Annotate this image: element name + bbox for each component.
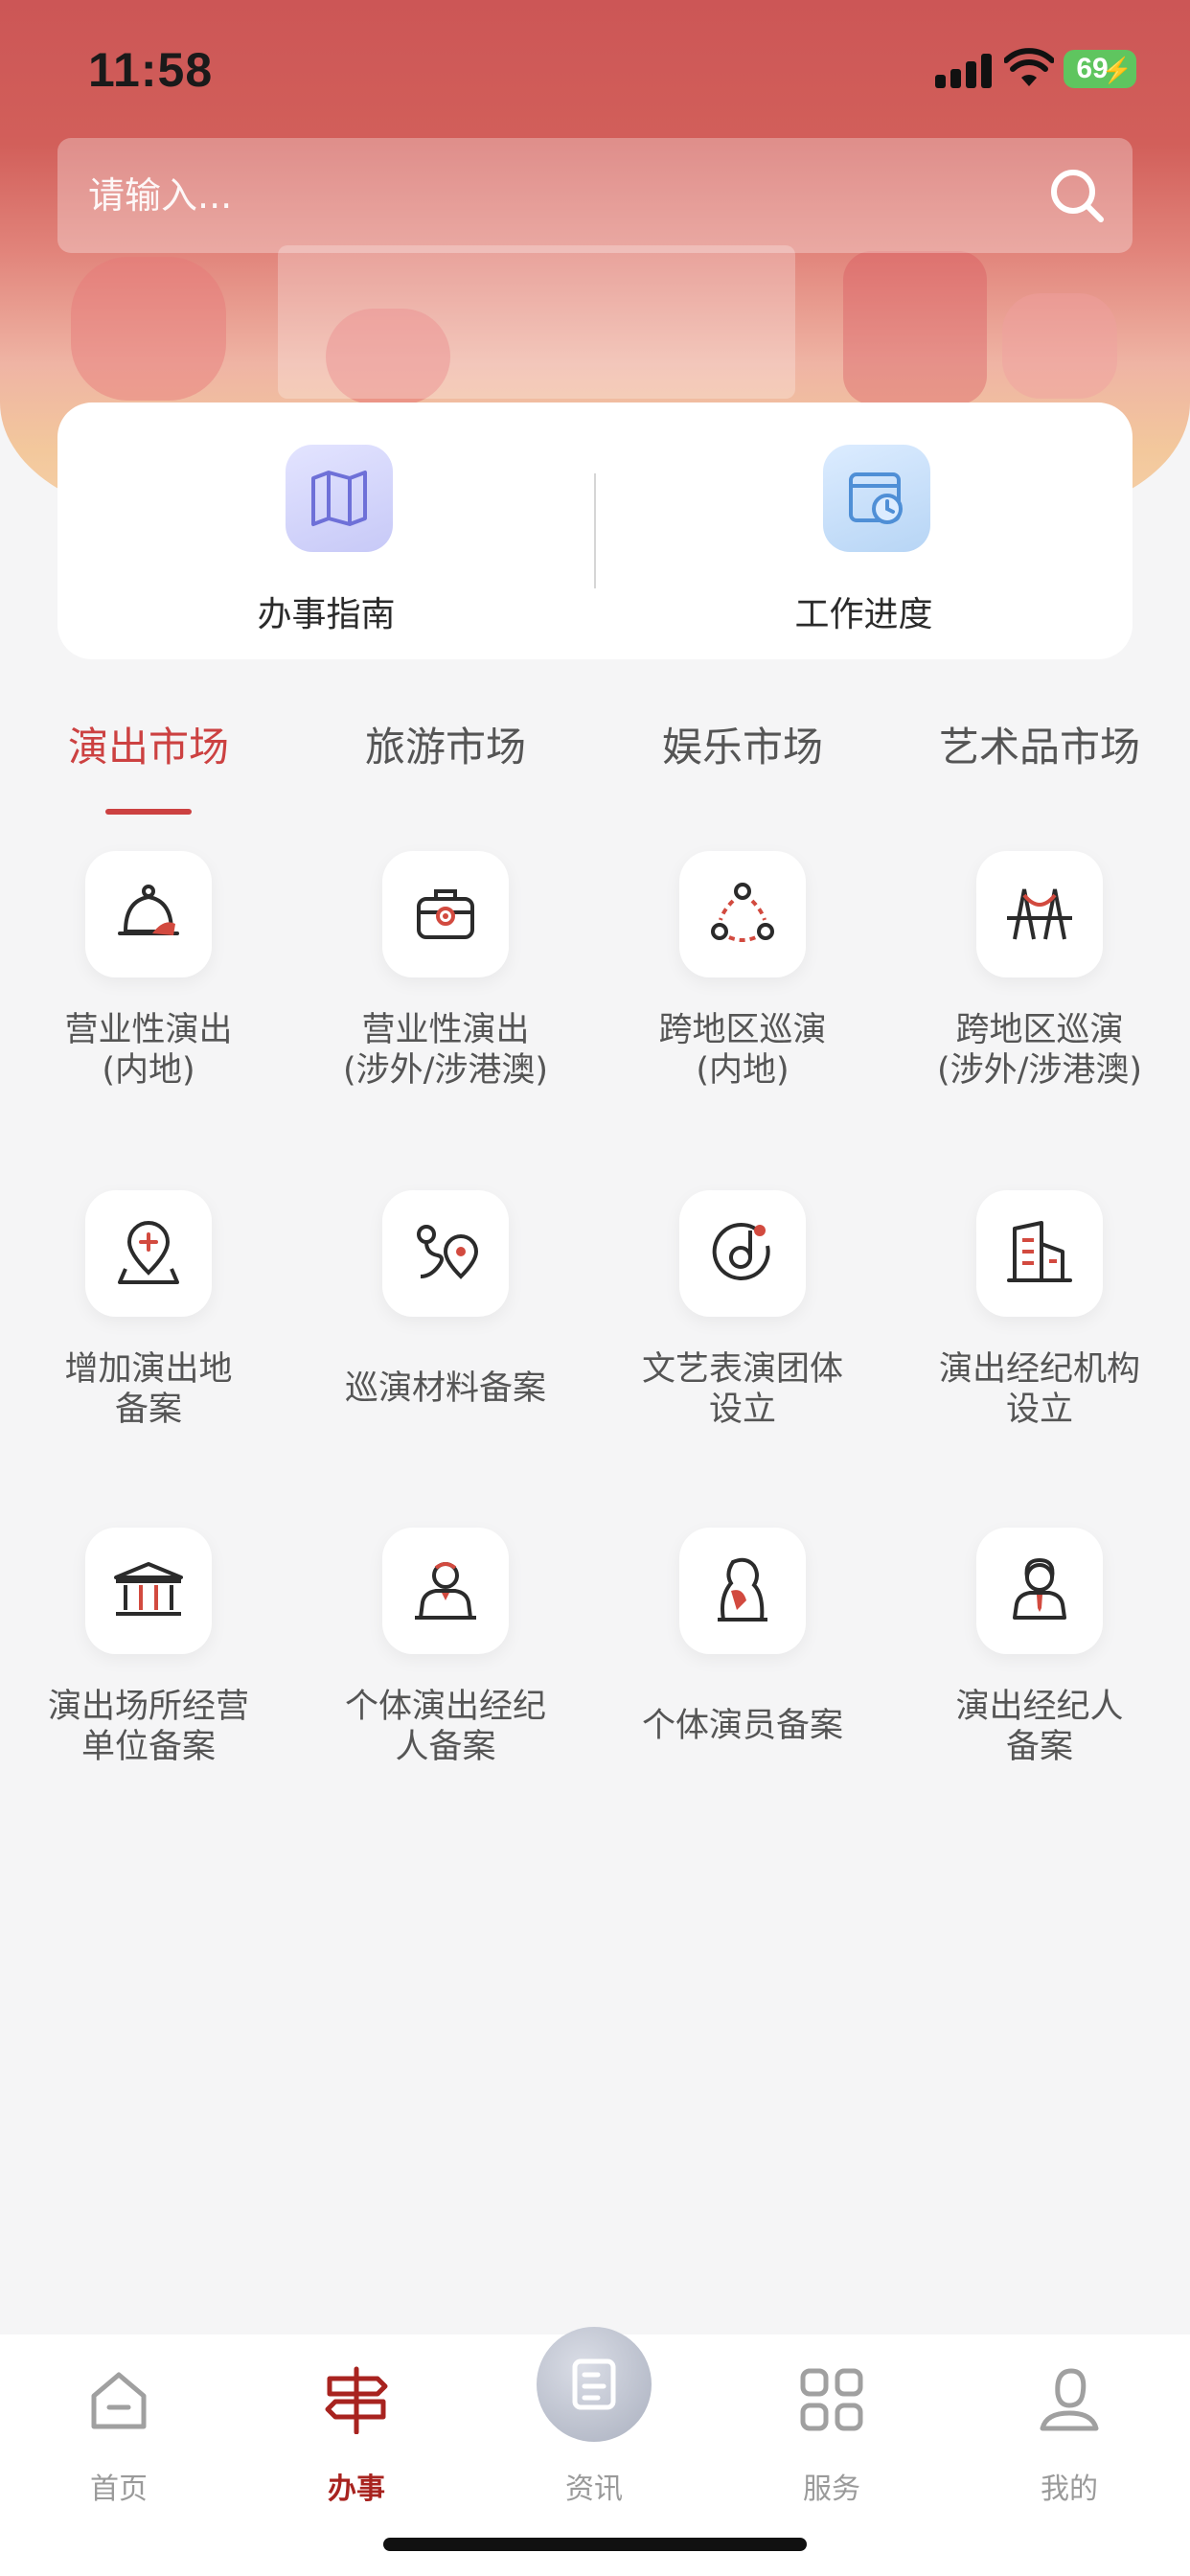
service-art-troupe-establishment[interactable]: 文艺表演团体 设立 — [594, 1190, 891, 1516]
building-icon — [976, 1190, 1103, 1317]
service-broker-filing[interactable]: 演出经纪人 备案 — [891, 1528, 1188, 1853]
service-label: 营业性演出 (涉外/涉港澳) — [342, 1011, 549, 1090]
agent-icon — [382, 1528, 509, 1654]
charging-bolt-icon: ⚡ — [1101, 56, 1133, 84]
location-plus-icon — [85, 1190, 212, 1317]
tab-label: 旅游市场 — [364, 724, 526, 770]
search-bar[interactable] — [57, 138, 1133, 253]
nav-services[interactable]: 服务 — [713, 2334, 950, 2507]
service-cross-region-tour-mainland[interactable]: 跨地区巡演 (内地) — [594, 851, 891, 1177]
news-icon — [572, 2358, 616, 2410]
quick-actions-card: 办事指南 工作进度 — [57, 402, 1133, 659]
tab-art-market[interactable]: 艺术品市场 — [891, 709, 1188, 824]
signpost-icon — [325, 2366, 388, 2434]
quick-action-label: 工作进度 — [794, 595, 933, 634]
nav-label: 服务 — [803, 2472, 860, 2506]
building-decoration — [278, 245, 795, 399]
battery-indicator: 69 ⚡ — [1064, 50, 1136, 88]
tab-label: 艺术品市场 — [938, 724, 1140, 770]
performer-icon — [679, 1528, 806, 1654]
nav-news[interactable]: 资讯 — [475, 2327, 713, 2507]
service-label: 增加演出地 备案 — [64, 1350, 233, 1429]
home-icon — [91, 2372, 147, 2429]
nav-home[interactable]: 首页 — [0, 2334, 238, 2507]
active-tab-indicator — [105, 809, 192, 815]
service-label: 跨地区巡演 (内地) — [658, 1011, 827, 1090]
nav-label: 资讯 — [565, 2472, 623, 2506]
hospital-decoration — [1002, 293, 1117, 399]
search-input[interactable] — [88, 167, 950, 224]
service-commercial-performance-foreign[interactable]: 营业性演出 (涉外/涉港澳) — [297, 851, 594, 1177]
person-decoration — [843, 251, 987, 404]
service-label: 个体演出经纪 人备案 — [344, 1688, 546, 1766]
nav-affairs[interactable]: 办事 — [238, 2334, 475, 2507]
service-label: 跨地区巡演 (涉外/涉港澳) — [936, 1011, 1143, 1090]
cellular-signal-icon — [935, 54, 995, 88]
briefcase-icon — [382, 851, 509, 978]
tab-entertainment-market[interactable]: 娱乐市场 — [594, 709, 891, 824]
service-add-venue-filing[interactable]: 增加演出地 备案 — [0, 1190, 297, 1516]
service-label: 演出场所经营 单位备案 — [47, 1688, 249, 1766]
service-tour-materials-filing[interactable]: 巡演材料备案 — [297, 1190, 594, 1516]
profile-icon — [1040, 2368, 1099, 2431]
apps-grid-icon — [800, 2368, 863, 2431]
service-label: 演出经纪人 备案 — [955, 1688, 1124, 1766]
service-individual-performer-filing[interactable]: 个体演员备案 — [594, 1528, 891, 1853]
parking-decoration — [71, 257, 226, 401]
dots-cycle-icon — [679, 851, 806, 978]
service-agency-establishment[interactable]: 演出经纪机构 设立 — [891, 1190, 1188, 1516]
broker-icon — [976, 1528, 1103, 1654]
market-tabs: 演出市场 旅游市场 娱乐市场 艺术品市场 — [0, 709, 1190, 824]
bell-icon — [85, 851, 212, 978]
status-bar: 11:58 69 ⚡ — [0, 0, 1190, 144]
route-icon — [382, 1190, 509, 1317]
service-label: 巡演材料备案 — [344, 1369, 546, 1408]
quick-action-label: 办事指南 — [257, 595, 396, 634]
calendar-clock-icon — [823, 445, 930, 552]
nav-label: 首页 — [90, 2472, 148, 2506]
bridge-icon — [976, 851, 1103, 978]
search-icon[interactable] — [1046, 165, 1108, 226]
tab-performance-market[interactable]: 演出市场 — [0, 709, 297, 824]
home-indicator — [383, 2538, 807, 2551]
tab-tourism-market[interactable]: 旅游市场 — [297, 709, 594, 824]
news-button[interactable] — [537, 2327, 652, 2442]
service-label: 文艺表演团体 设立 — [641, 1350, 843, 1429]
service-cross-region-tour-foreign[interactable]: 跨地区巡演 (涉外/涉港澳) — [891, 851, 1188, 1177]
quick-action-progress[interactable]: 工作进度 — [595, 402, 1133, 659]
service-label: 营业性演出 (内地) — [64, 1011, 233, 1090]
service-individual-agent-filing[interactable]: 个体演出经纪 人备案 — [297, 1528, 594, 1853]
status-time: 11:58 — [88, 43, 214, 97]
music-disc-icon — [679, 1190, 806, 1317]
service-label: 个体演员备案 — [641, 1707, 843, 1745]
nav-label: 我的 — [1041, 2472, 1098, 2506]
tab-label: 演出市场 — [67, 724, 229, 770]
map-icon — [286, 445, 393, 552]
venue-icon — [85, 1528, 212, 1654]
nav-label: 办事 — [328, 2472, 385, 2506]
service-venue-operator-filing[interactable]: 演出场所经营 单位备案 — [0, 1528, 297, 1853]
quick-action-guide[interactable]: 办事指南 — [57, 402, 595, 659]
service-label: 演出经纪机构 设立 — [938, 1350, 1140, 1429]
nav-profile[interactable]: 我的 — [950, 2334, 1188, 2507]
tab-label: 娱乐市场 — [661, 724, 823, 770]
service-commercial-performance-mainland[interactable]: 营业性演出 (内地) — [0, 851, 297, 1177]
service-grid: 营业性演出 (内地) 营业性演出 (涉外/涉港澳) 跨地区巡演 (内地) 跨地区… — [0, 851, 1190, 1809]
wifi-icon — [1004, 48, 1054, 86]
